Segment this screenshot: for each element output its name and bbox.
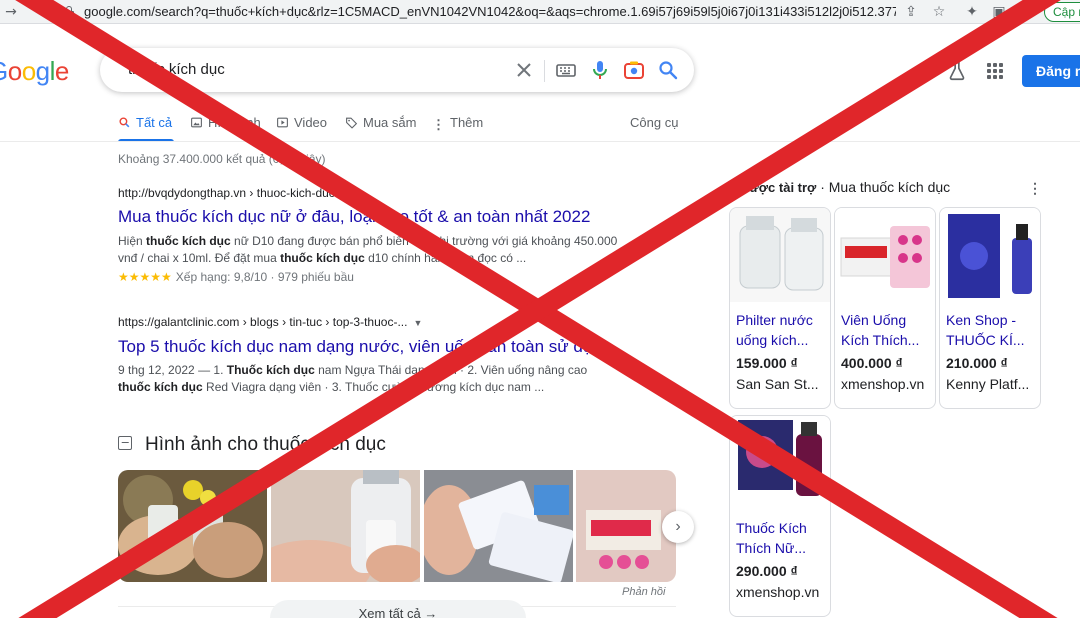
microphone-icon[interactable] <box>588 58 612 82</box>
result-title[interactable]: Top 5 thuốc kích dục nam dạng nước, viên… <box>118 337 611 357</box>
tab-label: Thêm <box>450 115 484 130</box>
profile-icon[interactable]: ● <box>1016 3 1034 21</box>
product-image[interactable] <box>940 208 1040 302</box>
price-tag-icon <box>346 117 358 129</box>
result-stats: Khoảng 37.400.000 kết quả (0,45 giây) <box>118 152 326 166</box>
sign-in-button[interactable]: Đăng nhập <box>1022 55 1080 87</box>
result-snippet: 9 thg 12, 2022 — 1. Thuốc kích dục nam N… <box>118 363 588 394</box>
chevron-right-icon[interactable]: › <box>662 511 694 543</box>
chevron-down-icon[interactable]: ▼ <box>413 318 422 328</box>
search-divider <box>544 60 545 82</box>
close-icon[interactable] <box>512 58 536 82</box>
forward-arrow-icon[interactable]: → <box>2 3 20 21</box>
tab-video[interactable]: Video <box>276 115 327 130</box>
lock-icon[interactable] <box>64 6 74 18</box>
image-thumbnail[interactable] <box>271 470 420 582</box>
product-card[interactable]: Philter nước uống kích... 159.000 ₫ San … <box>729 207 831 409</box>
bookmark-star-icon[interactable]: ☆ <box>930 3 948 21</box>
tab-label: Mua sắm <box>363 115 417 130</box>
product-shop: San San St... <box>736 376 819 392</box>
image-thumbnail[interactable] <box>424 470 573 582</box>
product-name[interactable]: Thuốc Kích Thích Nữ... <box>736 518 828 558</box>
result-rating: ★★★★★ Xếp hạng: 9,8/10 · 979 phiếu bầu <box>118 270 354 284</box>
address-bar[interactable]: → google.com/search?q=thuốc+kích+dục&rlz… <box>0 0 1080 24</box>
product-shop: Kenny Platf... <box>946 376 1030 392</box>
more-vert-icon: ⋮ <box>432 117 445 132</box>
product-card[interactable]: Viên Uống Kích Thích... 400.000 ₫ xmensh… <box>834 207 936 409</box>
extensions-puzzle-icon[interactable]: ✦ <box>963 3 981 21</box>
more-vert-icon[interactable]: ⋮ <box>1028 180 1042 197</box>
result-snippet: Hiện thuốc kích dục nữ D10 đang được bán… <box>118 234 618 265</box>
product-name[interactable]: Philter nước uống kích... <box>736 310 828 350</box>
product-shop: xmenshop.vn <box>736 584 820 600</box>
cite-url: https://galantclinic.com › blogs › tin-t… <box>118 315 408 329</box>
product-image[interactable] <box>730 416 830 510</box>
sponsored-label: Được tài trợ <box>740 180 817 195</box>
tab-more[interactable]: ⋮ Thêm <box>432 115 483 133</box>
product-price: 290.000 ₫ <box>736 563 798 579</box>
tools-button[interactable]: Công cụ <box>630 115 678 130</box>
see-all-label: Xem tất cả <box>358 606 421 618</box>
product-card[interactable]: Ken Shop - THUỐC KÍ... 210.000 ₫ Kenny P… <box>939 207 1041 409</box>
product-name[interactable]: Viên Uống Kích Thích... <box>841 310 933 350</box>
result-cite[interactable]: http://bvqdydongthap.vn › thuoc-kich-duc… <box>118 186 350 200</box>
image-icon <box>191 117 202 128</box>
product-name[interactable]: Ken Shop - THUỐC KÍ... <box>946 310 1038 350</box>
apps-grid-icon[interactable] <box>987 63 1003 79</box>
product-price: 159.000 ₫ <box>736 355 798 371</box>
product-price: 400.000 ₫ <box>841 355 903 371</box>
rating-text: Xếp hạng: 9,8/10 · 979 phiếu bầu <box>175 270 354 284</box>
search-icon <box>119 117 130 128</box>
product-card[interactable]: Thuốc Kích Thích Nữ... 290.000 ₫ xmensho… <box>729 415 831 617</box>
search-icon[interactable] <box>656 58 680 82</box>
tab-all[interactable]: Tất cả <box>118 115 172 130</box>
result-title[interactable]: Mua thuốc kích dục nữ ở đâu, loại nào tố… <box>118 207 590 227</box>
product-image[interactable] <box>730 208 830 302</box>
cite-url: http://bvqdydongthap.vn › thuoc-kich-duc <box>118 186 335 200</box>
result-cite[interactable]: https://galantclinic.com › blogs › tin-t… <box>118 315 422 329</box>
search-input[interactable]: thuốc kích dục <box>128 61 225 78</box>
google-logo[interactable]: Google <box>0 56 69 87</box>
product-shop: xmenshop.vn <box>841 376 925 392</box>
tabs-divider <box>0 141 1080 142</box>
camera-lens-icon[interactable] <box>622 58 646 82</box>
url-text[interactable]: google.com/search?q=thuốc+kích+dục&rlz=1… <box>84 4 896 19</box>
arrow-right-icon: → <box>424 606 438 618</box>
tab-label: Hình ảnh <box>208 115 261 130</box>
rating-stars-icon: ★★★★★ <box>118 270 172 284</box>
share-icon[interactable]: ⇪ <box>902 3 920 21</box>
feedback-link[interactable]: Phản hồi <box>622 586 665 598</box>
product-image[interactable] <box>835 208 935 302</box>
images-heading[interactable]: Hình ảnh cho thuốc kích dục <box>145 434 386 456</box>
keyboard-icon[interactable] <box>554 58 578 82</box>
tab-shopping[interactable]: Mua sắm <box>345 115 416 130</box>
image-thumbnail[interactable] <box>118 470 267 582</box>
shopping-title: Mua thuốc kích dục <box>828 179 951 195</box>
side-panel-icon[interactable]: ▣ <box>990 3 1008 21</box>
video-play-icon <box>277 117 288 128</box>
image-icon <box>118 436 132 450</box>
shopping-heading: Được tài trợ · Mua thuốc kích dục <box>740 179 951 195</box>
tab-images[interactable]: Hình ảnh <box>190 115 261 130</box>
chevron-down-icon[interactable]: ▼ <box>341 189 350 199</box>
update-button[interactable]: Cập nhật <box>1044 2 1080 22</box>
labs-flask-icon[interactable] <box>946 60 968 82</box>
tab-label: Tất cả <box>136 115 173 130</box>
product-price: 210.000 ₫ <box>946 355 1008 371</box>
image-thumbnail[interactable] <box>576 470 676 582</box>
search-box[interactable]: thuốc kích dục <box>100 48 694 92</box>
see-all-button[interactable]: Xem tất cả → <box>270 600 526 618</box>
tab-label: Video <box>294 115 328 130</box>
